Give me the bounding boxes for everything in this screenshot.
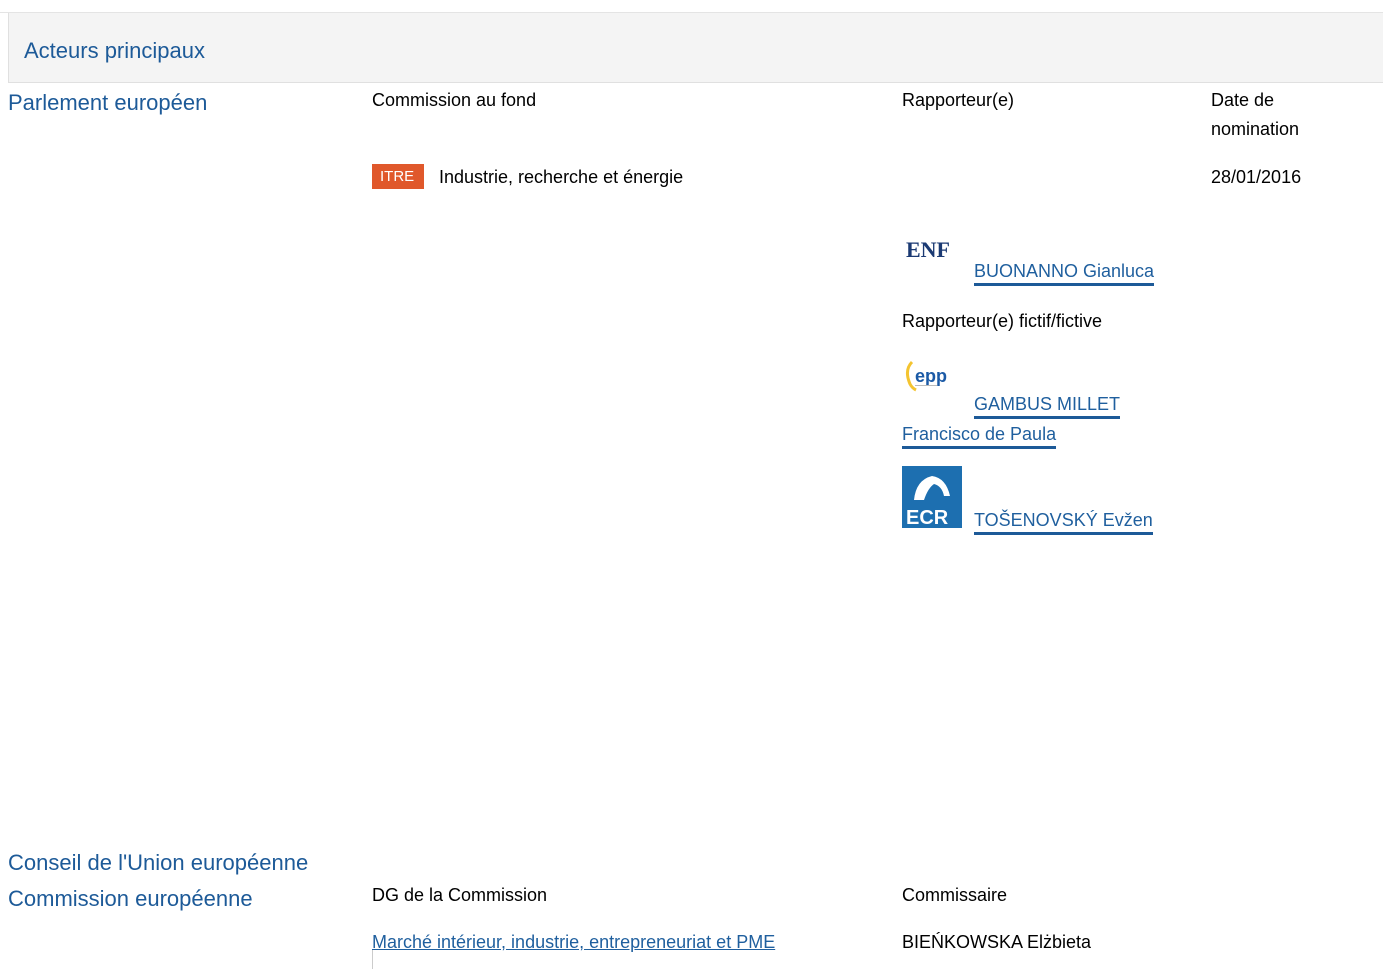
- dg-column-header: DG de la Commission: [372, 885, 548, 905]
- ecr-logo-text: ECR: [906, 507, 949, 528]
- enf-logo-icon: ENF: [902, 221, 962, 267]
- date-column-header: Date de nomination: [1211, 90, 1300, 139]
- shadow-rapporteur-label: Rapporteur(e) fictif/fictive: [902, 311, 1103, 331]
- shadow-rapporteur-2-link[interactable]: TOŠENOVSKÝ Evžen: [974, 510, 1153, 535]
- section-title: Acteurs principaux: [24, 38, 205, 63]
- section-header: Acteurs principaux: [8, 13, 1383, 83]
- shadow-rapporteur-1-link-line1[interactable]: GAMBUS MILLET: [974, 394, 1121, 419]
- council-label: Conseil de l'Union européenne: [8, 850, 309, 875]
- parliament-label: Parlement européen: [8, 90, 208, 115]
- epp-logo-text: epp: [915, 366, 947, 386]
- rapporteur-link[interactable]: BUONANNO Gianluca: [974, 261, 1155, 286]
- commission-label: Commission européenne: [8, 886, 253, 911]
- committee-column-header: Commission au fond: [372, 90, 537, 110]
- column-divider: [372, 950, 373, 969]
- committee-code-badge: ITRE: [372, 164, 425, 189]
- commissioner-column-header: Commissaire: [902, 885, 1008, 905]
- rapporteur-column-header: Rapporteur(e): [902, 90, 1015, 110]
- commissioner-name: BIEŃKOWSKA Elżbieta: [902, 932, 1092, 952]
- enf-logo-text: ENF: [906, 237, 950, 262]
- committee-name: Industrie, recherche et énergie: [439, 167, 684, 187]
- shadow-rapporteur-1-link-line2[interactable]: Francisco de Paula: [902, 424, 1057, 449]
- dg-link[interactable]: Marché intérieur, industrie, entrepreneu…: [372, 932, 775, 953]
- committee-date: 28/01/2016: [1211, 167, 1302, 187]
- epp-logo-icon: epp: [902, 352, 962, 398]
- ecr-logo-icon: ECR: [902, 466, 962, 529]
